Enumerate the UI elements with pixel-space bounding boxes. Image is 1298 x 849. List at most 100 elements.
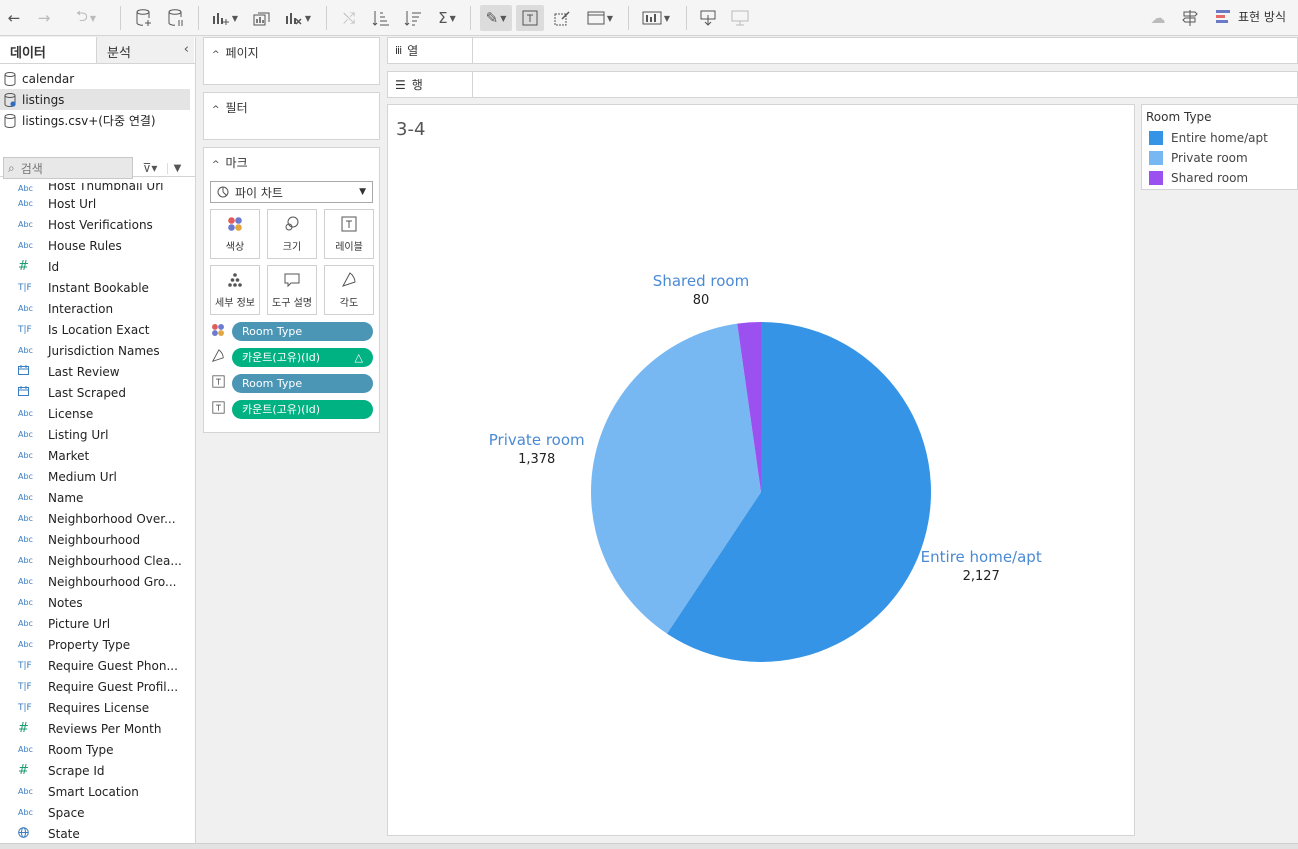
field-item[interactable]: Abc Neighbourhood Gro...	[0, 571, 195, 592]
field-item[interactable]: Abc Host Url	[0, 193, 195, 214]
angle-icon	[341, 271, 357, 288]
field-item[interactable]: Abc Neighborhood Over...	[0, 508, 195, 529]
detail-button[interactable]: 세부 정보	[210, 265, 260, 315]
label-icon[interactable]	[210, 375, 226, 391]
rows-shelf[interactable]: ☰ 행	[387, 71, 1298, 98]
field-item[interactable]: Abc Name	[0, 487, 195, 508]
highlight-icon[interactable]: ✎ ▼	[480, 5, 512, 31]
field-item[interactable]: Abc Property Type	[0, 634, 195, 655]
mark-type-dropdown[interactable]: 파이 차트 ▼	[210, 181, 373, 203]
globe-icon	[0, 826, 48, 841]
duplicate-sheet-icon[interactable]	[250, 5, 274, 31]
back-icon[interactable]: ←	[4, 5, 24, 31]
field-item[interactable]: Last Review	[0, 361, 195, 382]
datasource-icon	[4, 71, 16, 86]
presentation-mode-icon[interactable]	[728, 5, 752, 31]
label-icon[interactable]	[210, 401, 226, 417]
field-item[interactable]: Abc Interaction	[0, 298, 195, 319]
field-item[interactable]: Abc License	[0, 403, 195, 424]
tab-analytics[interactable]: 분석	[97, 37, 194, 63]
field-item[interactable]: T|F Require Guest Phon...	[0, 655, 195, 676]
sheet-view[interactable]: 3-4 Entire home/apt 2,127 Private room 1,37…	[387, 104, 1135, 836]
field-item[interactable]: Abc Listing Url	[0, 424, 195, 445]
sort-descending-icon[interactable]	[402, 5, 424, 31]
calendar-icon	[0, 386, 48, 399]
clear-sheet-icon[interactable]: ▼	[282, 5, 314, 31]
collapse-icon[interactable]: ^	[212, 50, 220, 60]
field-item[interactable]: Abc Notes	[0, 592, 195, 613]
legend-item[interactable]: Entire home/apt	[1146, 128, 1293, 148]
label-button[interactable]: 레이블	[324, 209, 374, 259]
field-item[interactable]: Last Scraped	[0, 382, 195, 403]
collapse-pane-icon[interactable]: ‹	[184, 42, 189, 57]
field-item[interactable]: # Reviews Per Month	[0, 718, 195, 739]
collapse-icon[interactable]: ^	[212, 105, 220, 115]
signpost-icon[interactable]	[1178, 5, 1202, 31]
forward-icon[interactable]: →	[34, 5, 54, 31]
show-cards-icon[interactable]: ▼	[638, 5, 674, 31]
fit-icon[interactable]: ▼	[584, 5, 616, 31]
field-item[interactable]: Abc Host Thumbnail Url	[0, 183, 195, 193]
sort-ascending-icon[interactable]	[370, 5, 392, 31]
field-item[interactable]: T|F Requires License	[0, 697, 195, 718]
field-item[interactable]: Abc Medium Url	[0, 466, 195, 487]
redo-menu-icon[interactable]: ⮌ ▼	[64, 5, 108, 31]
field-name: Interaction	[48, 301, 114, 316]
filters-card[interactable]: ^ 필터	[203, 92, 380, 140]
show-me-button[interactable]: 표현 방식	[1216, 8, 1286, 25]
field-item[interactable]: Abc Neighbourhood	[0, 529, 195, 550]
angle-button[interactable]: 각도	[324, 265, 374, 315]
field-item[interactable]: T|F Instant Bookable	[0, 277, 195, 298]
field-pill[interactable]: Room Type	[232, 321, 373, 341]
cloud-icon[interactable]: ☁	[1146, 5, 1170, 31]
totals-icon[interactable]: Σ ▼	[434, 5, 460, 31]
field-item[interactable]: Abc House Rules	[0, 235, 195, 256]
filter-fields-icon[interactable]: ⊽▾	[137, 161, 163, 175]
field-item[interactable]: Abc Host Verifications	[0, 214, 195, 235]
field-item[interactable]: Abc Jurisdiction Names	[0, 340, 195, 361]
field-item[interactable]: Abc Room Type	[0, 739, 195, 760]
format-workbook-icon[interactable]	[550, 5, 574, 31]
datasource-item[interactable]: listings	[0, 89, 190, 110]
field-item[interactable]: Abc Neighbourhood Clea...	[0, 550, 195, 571]
show-mark-labels-icon[interactable]	[516, 5, 544, 31]
new-datasource-icon[interactable]	[132, 5, 156, 31]
field-item[interactable]: T|F Is Location Exact	[0, 319, 195, 340]
Abc-icon: Abc	[18, 184, 33, 193]
swap-icon[interactable]: ⤭	[338, 5, 360, 31]
field-item[interactable]: # Id	[0, 256, 195, 277]
field-item[interactable]: # Scrape Id	[0, 760, 195, 781]
field-item[interactable]: Abc Smart Location	[0, 781, 195, 802]
new-sheet-icon[interactable]: ▼	[210, 5, 240, 31]
legend-item[interactable]: Shared room	[1146, 168, 1293, 188]
field-item[interactable]: Abc Space	[0, 802, 195, 823]
legend-item[interactable]: Private room	[1146, 148, 1293, 168]
datasource-item[interactable]: calendar	[0, 68, 195, 89]
pie-chart[interactable]	[388, 105, 1134, 835]
field-pill[interactable]: 카운트(고유)(Id)	[232, 399, 373, 419]
pages-card[interactable]: ^ 페이지	[203, 37, 380, 85]
field-item[interactable]: Abc Market	[0, 445, 195, 466]
pause-update-icon[interactable]	[164, 5, 188, 31]
label-icon	[341, 216, 357, 232]
columns-shelf[interactable]: iii 열	[387, 37, 1298, 64]
datasource-item[interactable]: listings.csv+(다중 연결)	[0, 110, 195, 131]
tooltip-button[interactable]: 도구 설명	[267, 265, 317, 315]
collapse-icon[interactable]: ^	[212, 160, 220, 170]
color-button[interactable]: 색상	[210, 209, 260, 259]
datasource-icon	[4, 92, 16, 107]
field-item[interactable]: T|F Require Guest Profil...	[0, 676, 195, 697]
field-pill[interactable]: 카운트(고유)(Id) △	[232, 347, 373, 367]
size-button[interactable]: 크기	[267, 209, 317, 259]
field-pill[interactable]: Room Type	[232, 373, 373, 393]
search-input[interactable]: ⌕ 검색	[3, 157, 133, 179]
color-icon[interactable]	[210, 323, 226, 340]
Abc-icon: Abc	[18, 808, 33, 817]
chevron-down-icon[interactable]: ▼	[167, 162, 187, 174]
field-item[interactable]: State	[0, 823, 195, 843]
tab-data[interactable]: 데이터	[0, 37, 97, 63]
download-icon[interactable]	[696, 5, 720, 31]
angle-icon[interactable]	[210, 348, 226, 366]
field-name: Notes	[48, 595, 83, 610]
field-item[interactable]: Abc Picture Url	[0, 613, 195, 634]
